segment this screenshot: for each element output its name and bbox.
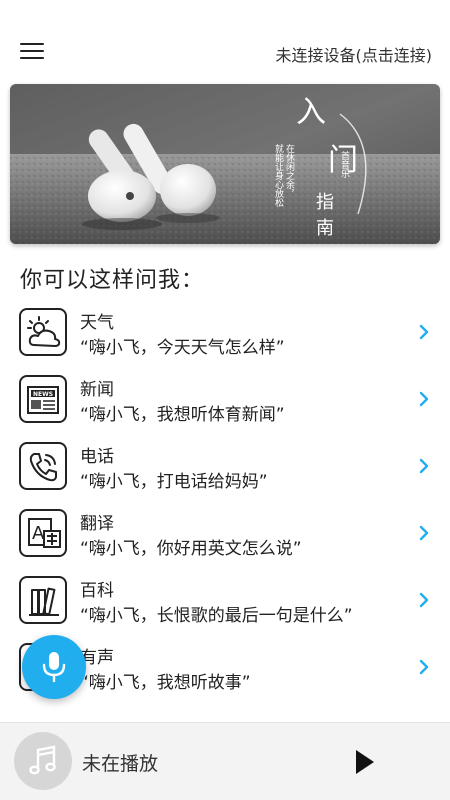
svg-text:NEWS: NEWS xyxy=(33,391,53,398)
banner-poem-3: 一首音乐 xyxy=(339,142,350,178)
list-item-encyclopedia[interactable]: 百科 “嗨小飞，长恨歌的最后一句是什么” xyxy=(0,568,450,635)
voice-input-button[interactable] xyxy=(22,635,86,699)
section-title: 你可以这样问我： xyxy=(20,268,205,293)
music-note-icon xyxy=(29,745,56,775)
list-item-phone[interactable]: 电话 “嗨小飞，打电话给妈妈” xyxy=(0,434,450,501)
item-title: 天气 xyxy=(80,313,114,333)
banner-subtitle-1: 指 xyxy=(316,192,334,213)
player-bar: 未在播放 xyxy=(0,722,450,800)
top-bar: 未连接设备(点击连接) xyxy=(0,30,450,76)
item-example: “嗨小飞，我想听故事” xyxy=(80,673,251,693)
banner-subtitle-2: 南 xyxy=(316,218,334,239)
list-item-translate[interactable]: A 翻译 “嗨小飞，你好用英文怎么说” xyxy=(0,501,450,568)
album-art[interactable] xyxy=(14,732,72,790)
chevron-right-icon xyxy=(419,525,429,541)
chevron-right-icon xyxy=(419,458,429,474)
banner-title-char-1: 入 xyxy=(296,95,326,130)
item-title: 百科 xyxy=(80,581,114,601)
chevron-right-icon xyxy=(419,324,429,340)
books-icon xyxy=(19,576,67,624)
chevron-right-icon xyxy=(419,391,429,407)
translate-icon: A xyxy=(19,509,67,557)
news-icon: NEWS xyxy=(19,375,67,423)
item-title: 翻译 xyxy=(80,514,114,534)
play-icon[interactable] xyxy=(350,747,378,777)
item-example: “嗨小飞，长恨歌的最后一句是什么” xyxy=(80,606,353,626)
player-status: 未在播放 xyxy=(82,753,159,775)
guide-banner[interactable]: 入 门 指 南 在休闲之余， 就能让身心放松 一首音乐 xyxy=(10,84,440,244)
menu-icon[interactable] xyxy=(20,42,44,62)
list-item-news[interactable]: NEWS 新闻 “嗨小飞，我想听体育新闻” xyxy=(0,367,450,434)
banner-poem-1: 在休闲之余， xyxy=(284,143,295,198)
item-title: 新闻 xyxy=(80,380,114,400)
banner-poem-2: 就能让身心放松 xyxy=(273,143,284,208)
item-title: 电话 xyxy=(80,447,114,467)
phone-icon xyxy=(19,442,67,490)
item-example: “嗨小飞，我想听体育新闻” xyxy=(80,405,285,425)
weather-icon xyxy=(19,308,67,356)
chevron-right-icon xyxy=(419,659,429,675)
list-item-weather[interactable]: 天气 “嗨小飞，今天天气怎么样” xyxy=(0,300,450,367)
item-example: “嗨小飞，今天天气怎么样” xyxy=(80,338,285,358)
item-example: “嗨小飞，打电话给妈妈” xyxy=(80,472,268,492)
microphone-icon xyxy=(42,652,66,683)
chevron-right-icon xyxy=(419,592,429,608)
earphones-image: 入 门 指 南 在休闲之余， 就能让身心放松 一首音乐 xyxy=(10,84,440,244)
item-example: “嗨小飞，你好用英文怎么说” xyxy=(80,539,302,559)
device-connect-link[interactable]: 未连接设备(点击连接) xyxy=(276,42,433,66)
